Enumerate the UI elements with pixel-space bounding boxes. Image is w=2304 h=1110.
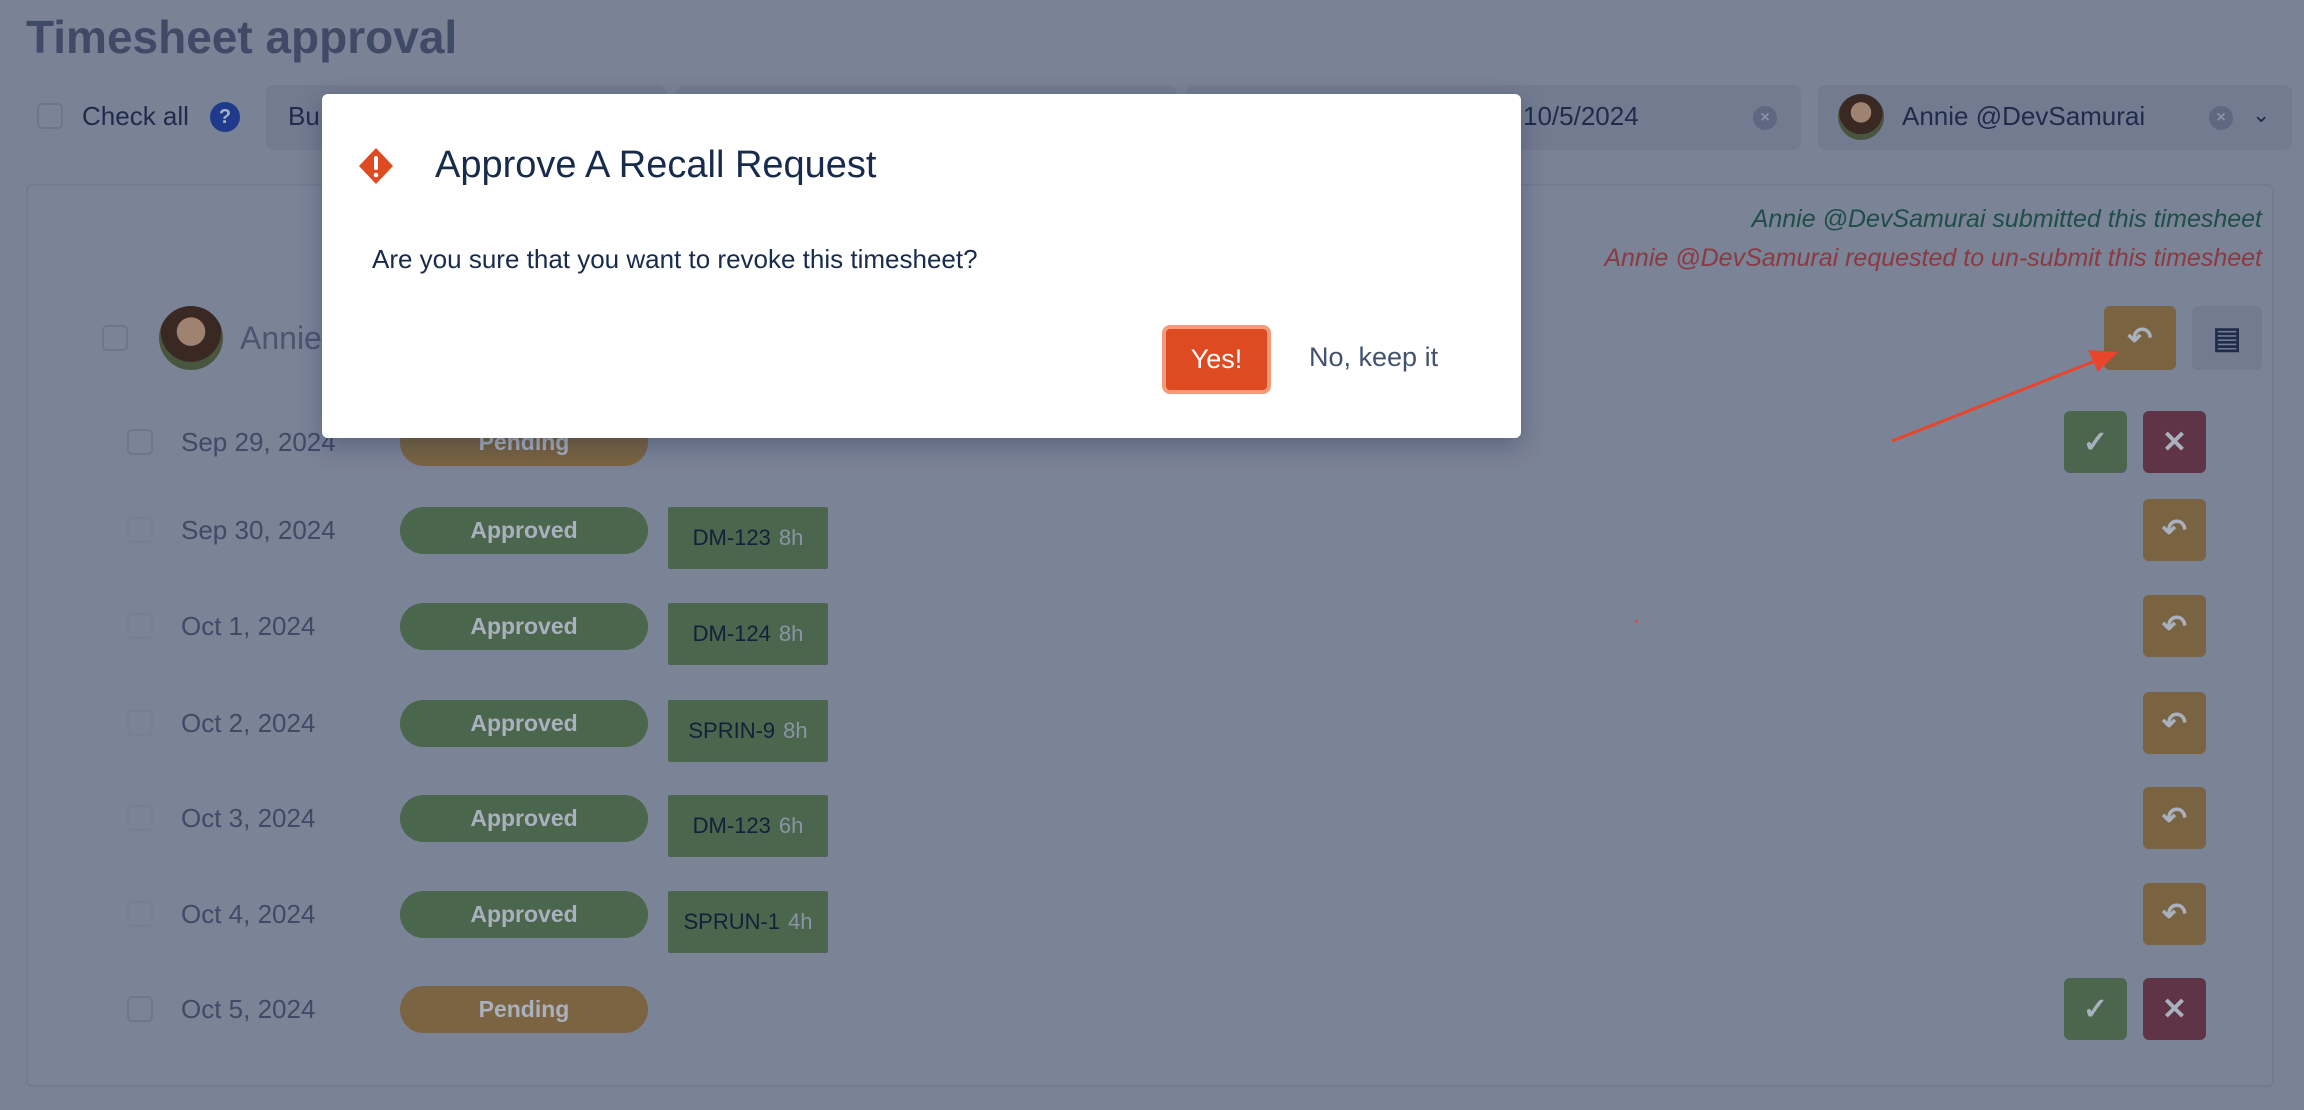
undo-icon: ↶ bbox=[2161, 513, 2188, 547]
status-badge: Pending bbox=[400, 986, 648, 1033]
recall-approve-button[interactable]: ↶ bbox=[2104, 306, 2176, 370]
log-recall-request: Annie @DevSamurai requested to un-submit… bbox=[1604, 244, 2262, 272]
undo-icon: ↶ bbox=[2161, 609, 2188, 643]
worklog-hours: 8h bbox=[783, 718, 808, 743]
confirm-yes-button[interactable]: Yes! bbox=[1162, 325, 1271, 394]
row-checkbox[interactable] bbox=[127, 517, 153, 543]
revoke-button[interactable]: ↶ bbox=[2143, 787, 2206, 849]
comment-icon: ▤ bbox=[2212, 321, 2242, 355]
worklog-hours: 8h bbox=[778, 621, 804, 646]
worklog-tag[interactable]: SPRUN-1 4h bbox=[668, 891, 828, 953]
clear-user-icon[interactable]: × bbox=[2209, 106, 2233, 130]
log-submitted: Annie @DevSamurai submitted this timeshe… bbox=[1751, 205, 2262, 233]
worklog-tag[interactable]: DM-124 8h bbox=[668, 603, 828, 665]
comment-button[interactable]: ▤ bbox=[2192, 306, 2262, 370]
status-badge: Approved bbox=[400, 891, 648, 938]
row-date: Oct 5, 2024 bbox=[181, 994, 316, 1024]
cancel-button[interactable]: No, keep it bbox=[1309, 342, 1438, 373]
check-icon: ✓ bbox=[2082, 992, 2109, 1026]
row-checkbox[interactable] bbox=[127, 901, 153, 927]
clear-date-icon[interactable]: × bbox=[1753, 106, 1777, 130]
issue-key: SPRIN-9 bbox=[688, 718, 776, 743]
issue-key: DM-123 bbox=[692, 525, 771, 550]
reject-button[interactable]: ✕ bbox=[2143, 411, 2206, 473]
undo-icon: ↶ bbox=[2161, 801, 2188, 835]
page-title: Timesheet approval bbox=[26, 11, 458, 63]
user-avatar bbox=[159, 306, 223, 370]
revoke-button[interactable]: ↶ bbox=[2143, 883, 2206, 945]
row-date: Oct 3, 2024 bbox=[181, 803, 316, 833]
annotation-dot bbox=[1635, 620, 1638, 623]
worklog-tag[interactable]: DM-123 8h bbox=[668, 507, 828, 569]
user-checkbox[interactable] bbox=[102, 325, 128, 351]
dialog-message: Are you sure that you want to revoke thi… bbox=[372, 244, 978, 274]
approve-button[interactable]: ✓ bbox=[2064, 411, 2127, 473]
issue-key: DM-124 bbox=[692, 621, 771, 646]
issue-key: DM-123 bbox=[692, 813, 771, 838]
confirm-dialog: Approve A Recall Request Are you sure th… bbox=[322, 94, 1521, 438]
revoke-button[interactable]: ↶ bbox=[2143, 692, 2206, 754]
reject-button[interactable]: ✕ bbox=[2143, 978, 2206, 1040]
date-range-text: 10/5/2024 bbox=[1523, 101, 1639, 131]
status-badge: Approved bbox=[400, 795, 648, 842]
worklog-hours: 4h bbox=[788, 909, 813, 934]
undo-icon: ↶ bbox=[2127, 321, 2153, 355]
issue-key: SPRUN-1 bbox=[683, 909, 781, 934]
close-icon: ✕ bbox=[2161, 992, 2188, 1026]
status-badge: Approved bbox=[400, 507, 648, 554]
worklog-hours: 8h bbox=[778, 525, 804, 550]
check-icon: ✓ bbox=[2082, 425, 2109, 459]
row-date: Oct 4, 2024 bbox=[181, 899, 316, 929]
worklog-tag[interactable]: SPRIN-9 8h bbox=[668, 700, 828, 762]
row-checkbox[interactable] bbox=[127, 613, 153, 639]
worklog-hours: 6h bbox=[778, 813, 804, 838]
user-name: Annie bbox=[240, 320, 322, 356]
user-select-name: Annie @DevSamurai bbox=[1902, 101, 2146, 131]
undo-icon: ↶ bbox=[2161, 897, 2188, 931]
check-all-checkbox[interactable] bbox=[37, 103, 63, 129]
row-checkbox[interactable] bbox=[127, 429, 153, 455]
search-filter-text: Bu bbox=[288, 101, 320, 131]
dialog-title: Approve A Recall Request bbox=[435, 144, 877, 186]
row-checkbox[interactable] bbox=[127, 805, 153, 831]
undo-icon: ↶ bbox=[2161, 706, 2188, 740]
status-badge: Approved bbox=[400, 700, 648, 747]
close-icon: ✕ bbox=[2161, 425, 2188, 459]
check-all-label: Check all bbox=[82, 101, 189, 131]
row-checkbox[interactable] bbox=[127, 996, 153, 1022]
user-select-avatar bbox=[1838, 94, 1884, 140]
row-date: Oct 1, 2024 bbox=[181, 611, 316, 641]
row-date: Sep 29, 2024 bbox=[181, 427, 336, 457]
row-date: Oct 2, 2024 bbox=[181, 708, 316, 738]
worklog-tag[interactable]: DM-123 6h bbox=[668, 795, 828, 857]
help-icon[interactable]: ? bbox=[210, 102, 240, 132]
warning-diamond-icon bbox=[359, 148, 393, 184]
revoke-button[interactable]: ↶ bbox=[2143, 499, 2206, 561]
row-date: Sep 30, 2024 bbox=[181, 515, 336, 545]
row-checkbox[interactable] bbox=[127, 710, 153, 736]
approve-button[interactable]: ✓ bbox=[2064, 978, 2127, 1040]
status-badge: Approved bbox=[400, 603, 648, 650]
revoke-button[interactable]: ↶ bbox=[2143, 595, 2206, 657]
chevron-down-icon[interactable]: ⌄ bbox=[2252, 102, 2270, 128]
